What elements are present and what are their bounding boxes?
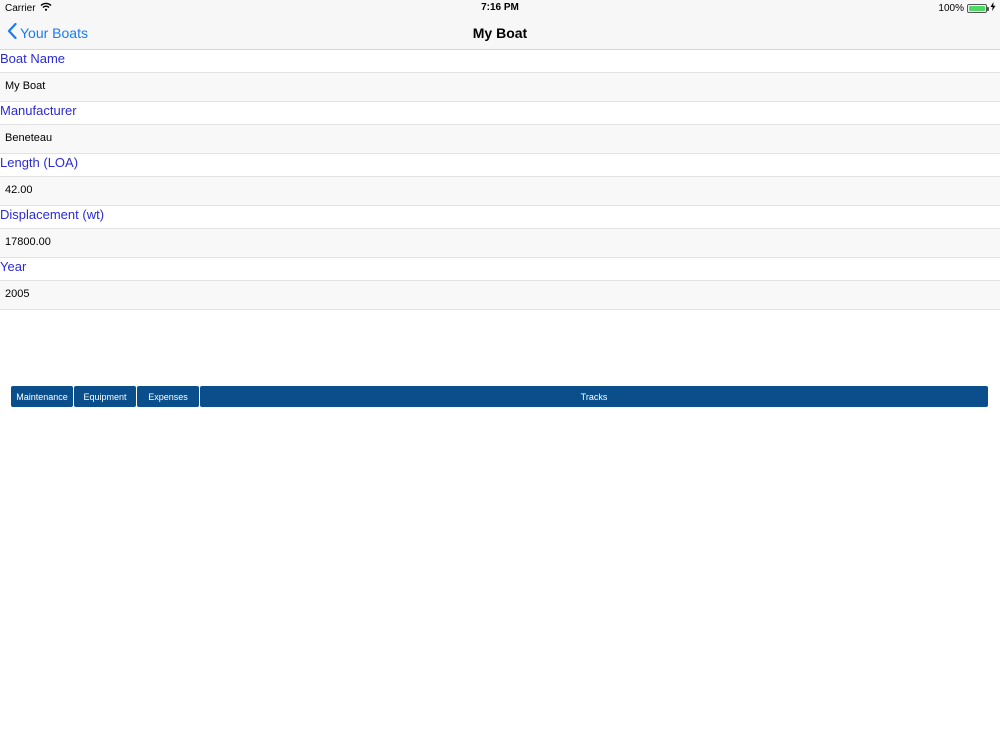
tab-maintenance[interactable]: Maintenance [11,386,73,407]
length-field[interactable]: 42.00 [0,176,1000,206]
tab-tracks[interactable]: Tracks [200,386,988,407]
year-field[interactable]: 2005 [0,280,1000,310]
status-time: 7:16 PM [481,2,519,13]
charging-bolt-icon [990,2,996,14]
battery-percent: 100% [938,2,964,14]
displacement-field[interactable]: 17800.00 [0,228,1000,258]
displacement-label: Displacement (wt) [0,207,105,222]
tab-expenses[interactable]: Expenses [137,386,199,407]
status-right: 100% [938,2,996,14]
page-title: My Boat [472,25,528,41]
battery-icon [967,3,989,13]
battery-fill [969,5,985,11]
year-label: Year [0,259,27,274]
boat-name-field[interactable]: My Boat [0,72,1000,102]
manufacturer-label: Manufacturer [0,103,77,118]
navigation-bar: Your Boats My Boat [0,16,1000,50]
tab-equipment[interactable]: Equipment [74,386,136,407]
section-tab-bar: Maintenance Equipment Expenses Tracks [11,386,988,407]
boat-details-form: Boat Name My Boat Manufacturer Beneteau … [0,50,1000,310]
boat-name-label: Boat Name [0,51,66,66]
manufacturer-field[interactable]: Beneteau [0,124,1000,154]
length-label: Length (LOA) [0,155,79,170]
status-bar: Carrier 7:16 PM 100% [0,0,1000,16]
